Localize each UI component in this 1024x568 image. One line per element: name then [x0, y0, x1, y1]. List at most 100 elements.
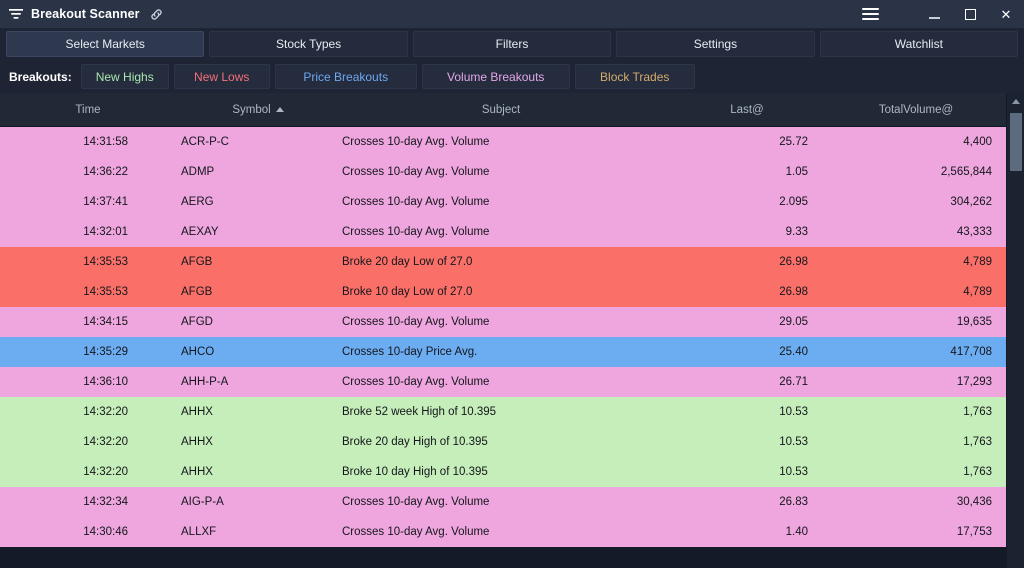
main-toolbar: Select Markets Stock Types Filters Setti… — [0, 28, 1024, 60]
scroll-up-arrow-icon[interactable] — [1007, 93, 1024, 110]
column-header-totalvolume-label: TotalVolume@ — [878, 103, 954, 116]
filter-new-highs[interactable]: New Highs — [80, 64, 169, 89]
cell-time: 14:32:34 — [83, 496, 128, 508]
cell-subject: Crosses 10-day Price Avg. — [342, 346, 478, 358]
cell-time: 14:31:58 — [83, 136, 128, 148]
cell-symbol: AERG — [181, 196, 214, 208]
cell-symbol: AHH-P-A — [181, 376, 229, 388]
cell-symbol: AHCO — [181, 346, 215, 358]
cell-last: 29.05 — [779, 316, 808, 328]
column-header-time-label: Time — [75, 103, 101, 116]
cell-volume: 17,293 — [956, 376, 992, 388]
cell-time: 14:30:46 — [83, 526, 128, 538]
table-row[interactable]: 14:32:20 AHHX Broke 52 week High of 10.395… — [0, 397, 1024, 427]
cell-symbol: ALLXF — [181, 526, 217, 538]
column-header-time[interactable]: Time — [0, 104, 176, 116]
cell-symbol: ACR-P-C — [181, 136, 229, 148]
watchlist-button[interactable]: Watchlist — [819, 31, 1019, 57]
cell-symbol: AHHX — [181, 406, 213, 418]
cell-time: 14:34:15 — [83, 316, 128, 328]
cell-time: 14:35:53 — [83, 286, 128, 298]
cell-symbol: AEXAY — [181, 226, 219, 238]
table-header-row: Time Symbol Subject Last@ TotalVolume@ — [0, 93, 1024, 127]
cell-symbol: AHHX — [181, 436, 213, 448]
cell-last: 26.83 — [779, 496, 808, 508]
cell-subject: Crosses 10-day Avg. Volume — [342, 136, 490, 148]
hamburger-menu-icon[interactable] — [852, 0, 888, 28]
cell-last: 26.98 — [779, 286, 808, 298]
column-header-totalvolume[interactable]: TotalVolume@ — [832, 104, 1000, 116]
cell-volume: 1,763 — [963, 436, 992, 448]
page-title: Breakout Scanner — [31, 7, 140, 21]
table-row[interactable]: 14:32:20 AHHX Broke 10 day High of 10.395 1… — [0, 457, 1024, 487]
column-header-subject[interactable]: Subject — [340, 104, 662, 116]
settings-button[interactable]: Settings — [616, 31, 815, 57]
cell-symbol: AFGB — [181, 286, 213, 298]
cell-time: 14:36:22 — [83, 166, 128, 178]
cell-last: 26.71 — [779, 376, 808, 388]
maximize-icon[interactable] — [952, 0, 988, 28]
link-icon[interactable] — [149, 7, 164, 22]
cell-symbol: ADMP — [181, 166, 215, 178]
cell-last: 1.05 — [785, 166, 808, 178]
column-header-last-label: Last@ — [730, 103, 764, 116]
filter-volume-breakouts[interactable]: Volume Breakouts — [421, 64, 570, 89]
cell-time: 14:36:10 — [83, 376, 128, 388]
table-row[interactable]: 14:32:34 AIG-P-A Crosses 10-day Avg. Volum… — [0, 487, 1024, 517]
select-markets-button[interactable]: Select Markets — [6, 31, 205, 57]
cell-last: 26.98 — [779, 256, 808, 268]
filters-button[interactable]: Filters — [412, 31, 612, 57]
cell-volume: 30,436 — [956, 496, 992, 508]
table-row[interactable]: 14:32:20 AHHX Broke 20 day High of 10.395 1… — [0, 427, 1024, 457]
cell-symbol: AIG-P-A — [181, 496, 224, 508]
cell-symbol: AFGB — [181, 256, 213, 268]
cell-volume: 4,789 — [963, 286, 992, 298]
funnel-icon — [9, 8, 23, 21]
cell-volume: 1,763 — [963, 406, 992, 418]
column-header-last[interactable]: Last@ — [662, 104, 832, 116]
cell-subject: Crosses 10-day Avg. Volume — [342, 196, 490, 208]
cell-time: 14:35:53 — [83, 256, 128, 268]
cell-volume: 417,708 — [950, 346, 992, 358]
table-row[interactable]: 14:37:41 AERG Crosses 10-day Avg. Volume 2.… — [0, 187, 1024, 217]
scrollbar-thumb[interactable] — [1010, 113, 1022, 171]
cell-subject: Broke 20 day Low of 27.0 — [342, 256, 473, 268]
cell-subject: Broke 10 day High of 10.395 — [342, 466, 488, 478]
window-controls: ✕ — [852, 0, 1024, 28]
cell-last: 9.33 — [785, 226, 808, 238]
results-table: Time Symbol Subject Last@ TotalVolume@ 1… — [0, 93, 1024, 568]
table-body: 14:31:58 ACR-P-C Crosses 10-day Avg. Volum… — [0, 127, 1024, 547]
cell-volume: 304,262 — [950, 196, 992, 208]
cell-time: 14:35:29 — [83, 346, 128, 358]
table-row[interactable]: 14:36:10 AHH-P-A Crosses 10-day Avg. Volum… — [0, 367, 1024, 397]
table-row[interactable]: 14:34:15 AFGD Crosses 10-day Avg. Volume 29… — [0, 307, 1024, 337]
table-row[interactable]: 14:31:58 ACR-P-C Crosses 10-day Avg. Volum… — [0, 127, 1024, 157]
minimize-icon[interactable] — [916, 0, 952, 28]
table-row[interactable]: 14:35:53 AFGB Broke 20 day Low of 27.0 26.9… — [0, 247, 1024, 277]
table-row[interactable]: 14:35:53 AFGB Broke 10 day Low of 27.0 26.9… — [0, 277, 1024, 307]
filter-price-breakouts[interactable]: Price Breakouts — [274, 64, 417, 89]
cell-subject: Crosses 10-day Avg. Volume — [342, 316, 490, 328]
column-header-symbol-label: Symbol — [232, 103, 271, 116]
cell-subject: Broke 20 day High of 10.395 — [342, 436, 488, 448]
cell-volume: 43,333 — [956, 226, 992, 238]
table-row[interactable]: 14:32:01 AEXAY Crosses 10-day Avg. Volume 9… — [0, 217, 1024, 247]
close-glyph: ✕ — [1000, 6, 1012, 22]
breakouts-label: Breakouts: — [9, 69, 72, 84]
cell-last: 10.53 — [779, 436, 808, 448]
cell-subject: Crosses 10-day Avg. Volume — [342, 226, 490, 238]
table-row[interactable]: 14:30:46 ALLXF Crosses 10-day Avg. Volume 1… — [0, 517, 1024, 547]
cell-subject: Crosses 10-day Avg. Volume — [342, 496, 490, 508]
table-row[interactable]: 14:35:29 AHCO Crosses 10-day Price Avg. 25.… — [0, 337, 1024, 367]
vertical-scrollbar[interactable] — [1006, 93, 1024, 568]
column-header-symbol[interactable]: Symbol — [176, 104, 340, 116]
title-bar-left: Breakout Scanner — [9, 7, 164, 22]
stock-types-button[interactable]: Stock Types — [209, 31, 408, 57]
table-row[interactable]: 14:36:22 ADMP Crosses 10-day Avg. Volume 1.… — [0, 157, 1024, 187]
breakouts-filter-bar: Breakouts: New Highs New Lows Price Brea… — [0, 60, 1024, 93]
close-icon[interactable]: ✕ — [988, 0, 1024, 28]
cell-last: 10.53 — [779, 406, 808, 418]
cell-volume: 2,565,844 — [940, 166, 992, 178]
filter-block-trades[interactable]: Block Trades — [574, 64, 695, 89]
filter-new-lows[interactable]: New Lows — [173, 64, 270, 89]
